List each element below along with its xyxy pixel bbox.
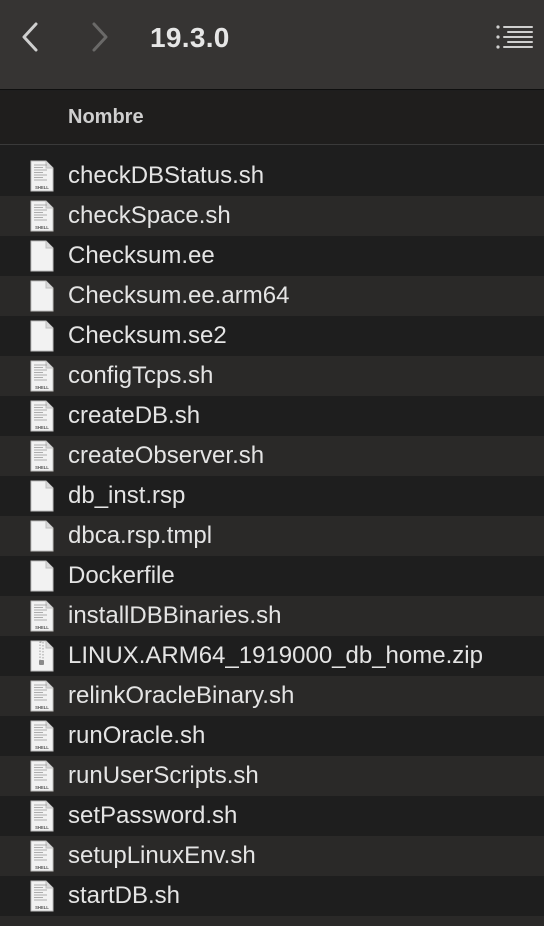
svg-text:SHELL: SHELL xyxy=(35,705,49,710)
shell-file-icon: SHELL xyxy=(30,840,54,872)
view-options-button[interactable] xyxy=(492,18,536,56)
file-row[interactable]: SHELL setupLinuxEnv.sh xyxy=(0,836,544,876)
file-name: Checksum.se2 xyxy=(68,322,227,349)
svg-text:SHELL: SHELL xyxy=(35,425,49,430)
svg-text:SHELL: SHELL xyxy=(35,625,49,630)
shell-file-icon: SHELL xyxy=(30,160,54,192)
file-name: setupLinuxEnv.sh xyxy=(68,842,256,869)
blank-file-icon xyxy=(30,320,54,352)
file-row[interactable]: Dockerfile xyxy=(0,556,544,596)
svg-text:SHELL: SHELL xyxy=(35,185,49,190)
file-row[interactable]: SHELL createDB.sh xyxy=(0,396,544,436)
column-header: Nombre xyxy=(0,91,544,145)
shell-file-icon: SHELL xyxy=(30,200,54,232)
name-column-header[interactable]: Nombre xyxy=(68,105,144,129)
window-title: 19.3.0 xyxy=(150,22,230,53)
file-row[interactable]: SHELL createObserver.sh xyxy=(0,436,544,476)
file-row[interactable]: SHELL configTcps.sh xyxy=(0,356,544,396)
toolbar: 19.3.0 xyxy=(0,0,544,90)
file-row[interactable]: db_inst.rsp xyxy=(0,476,544,516)
file-name: Checksum.ee.arm64 xyxy=(68,282,290,309)
file-name: installDBBinaries.sh xyxy=(68,602,282,629)
blank-file-icon xyxy=(30,560,54,592)
file-name: runUserScripts.sh xyxy=(68,762,259,789)
file-name: setPassword.sh xyxy=(68,802,238,829)
finder-window: 19.3.0 Nombre SHELL checkDBStatus.sh SHELL… xyxy=(0,0,544,926)
shell-file-icon: SHELL xyxy=(30,600,54,632)
empty-row xyxy=(0,916,544,926)
file-name: createObserver.sh xyxy=(68,442,265,469)
file-name: Dockerfile xyxy=(68,562,175,589)
shell-file-icon: SHELL xyxy=(30,760,54,792)
file-row[interactable]: SHELL runUserScripts.sh xyxy=(0,756,544,796)
shell-file-icon: SHELL xyxy=(30,360,54,392)
file-name: createDB.sh xyxy=(68,402,201,429)
file-list: SHELL checkDBStatus.sh SHELL checkSpace.sh C… xyxy=(0,156,544,916)
zip-file-icon xyxy=(30,640,54,672)
file-row[interactable]: Checksum.ee.arm64 xyxy=(0,276,544,316)
file-name: checkDBStatus.sh xyxy=(68,162,265,189)
svg-text:SHELL: SHELL xyxy=(35,905,49,910)
shell-file-icon: SHELL xyxy=(30,680,54,712)
file-name: Checksum.ee xyxy=(68,242,215,269)
shell-file-icon: SHELL xyxy=(30,720,54,752)
file-row[interactable]: SHELL installDBBinaries.sh xyxy=(0,596,544,636)
shell-file-icon: SHELL xyxy=(30,400,54,432)
file-row[interactable]: SHELL startDB.sh xyxy=(0,876,544,916)
blank-file-icon xyxy=(30,520,54,552)
file-row[interactable]: dbca.rsp.tmpl xyxy=(0,516,544,556)
file-name: LINUX.ARM64_1919000_db_home.zip xyxy=(68,642,483,669)
shell-file-icon: SHELL xyxy=(30,800,54,832)
file-row[interactable]: SHELL checkDBStatus.sh xyxy=(0,156,544,196)
svg-text:SHELL: SHELL xyxy=(35,865,49,870)
file-row[interactable]: Checksum.ee xyxy=(0,236,544,276)
file-name: relinkOracleBinary.sh xyxy=(68,682,295,709)
file-row[interactable]: Checksum.se2 xyxy=(0,316,544,356)
forward-button[interactable] xyxy=(80,17,120,57)
back-button[interactable] xyxy=(10,17,50,57)
list-view-icon xyxy=(496,25,533,49)
svg-text:SHELL: SHELL xyxy=(35,785,49,790)
svg-text:SHELL: SHELL xyxy=(35,825,49,830)
blank-file-icon xyxy=(30,480,54,512)
file-row[interactable]: SHELL relinkOracleBinary.sh xyxy=(0,676,544,716)
file-row[interactable]: SHELL runOracle.sh xyxy=(0,716,544,756)
file-row[interactable]: SHELL setPassword.sh xyxy=(0,796,544,836)
file-row[interactable]: LINUX.ARM64_1919000_db_home.zip xyxy=(0,636,544,676)
file-name: db_inst.rsp xyxy=(68,482,186,509)
svg-text:SHELL: SHELL xyxy=(35,385,49,390)
file-name: checkSpace.sh xyxy=(68,202,231,229)
blank-file-icon xyxy=(30,240,54,272)
chevron-left-icon xyxy=(22,22,38,52)
file-row[interactable]: SHELL checkSpace.sh xyxy=(0,196,544,236)
file-name: dbca.rsp.tmpl xyxy=(68,522,213,549)
shell-file-icon: SHELL xyxy=(30,440,54,472)
file-name: startDB.sh xyxy=(68,882,181,909)
svg-text:SHELL: SHELL xyxy=(35,745,49,750)
file-name: runOracle.sh xyxy=(68,722,206,749)
chevron-right-icon xyxy=(92,22,108,52)
svg-text:SHELL: SHELL xyxy=(35,225,49,230)
shell-file-icon: SHELL xyxy=(30,880,54,912)
blank-file-icon xyxy=(30,280,54,312)
svg-text:SHELL: SHELL xyxy=(35,465,49,470)
file-name: configTcps.sh xyxy=(68,362,214,389)
